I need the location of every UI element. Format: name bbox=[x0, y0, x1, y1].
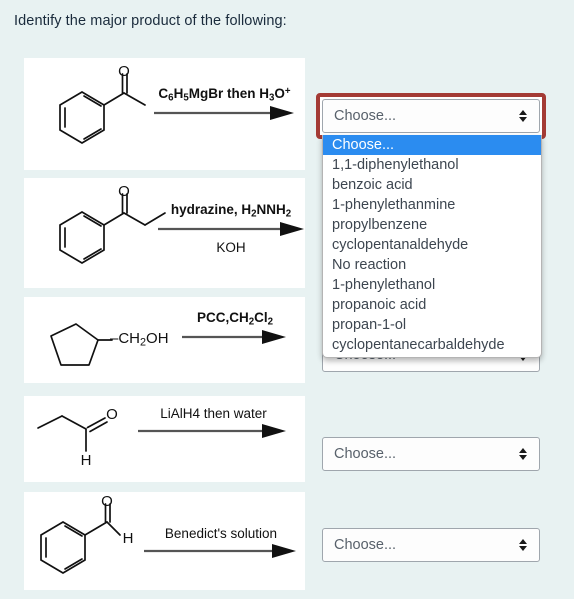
reaction-arrow-4 bbox=[138, 423, 286, 438]
reagent-text-2-bottom: KOH bbox=[216, 239, 246, 255]
svg-text:O: O bbox=[101, 493, 113, 510]
reaction-panel-2: O hydrazine, H2NNH2 KOH bbox=[24, 178, 305, 288]
answer-select-1-dropdown[interactable]: Choose... 1,1-diphenylethanol benzoic acid… bbox=[322, 135, 542, 358]
reagent-label-1: C6H5MgBr then H3O+ bbox=[152, 86, 297, 122]
dropdown-option[interactable]: propanoic acid bbox=[323, 295, 541, 315]
svg-text:O: O bbox=[106, 406, 118, 423]
reaction-arrow-5 bbox=[144, 543, 296, 558]
answer-select-4[interactable]: Choose... bbox=[322, 437, 540, 471]
select-updown-icon bbox=[519, 538, 528, 552]
reagent-text-5: Benedict's solution bbox=[164, 526, 278, 541]
page-title: Identify the major product of the follow… bbox=[14, 13, 287, 29]
reagent-text-3: PCC,CH2Cl2 bbox=[196, 310, 274, 328]
reagent-label-3: PCC,CH2Cl2 bbox=[180, 310, 290, 346]
reagent-label-5: Benedict's solution bbox=[142, 526, 300, 560]
select-updown-icon bbox=[519, 447, 528, 461]
reagent-text-4: LiAlH4 then water bbox=[160, 406, 267, 421]
dropdown-option[interactable]: 1,1-diphenylethanol bbox=[323, 155, 541, 175]
dropdown-option[interactable]: propylbenzene bbox=[323, 215, 541, 235]
reagent-text-1: C6H5MgBr then H3O+ bbox=[158, 86, 291, 104]
dropdown-option[interactable]: propan-1-ol bbox=[323, 315, 541, 335]
reaction-panel-1: O C6H5MgBr then H3O+ bbox=[24, 58, 305, 170]
answer-select-5-value: Choose... bbox=[334, 537, 397, 553]
answer-select-1[interactable]: Choose... bbox=[322, 99, 540, 133]
dropdown-option[interactable]: cyclopentanaldehyde bbox=[323, 235, 541, 255]
reaction-panel-3: –CH2OH PCC,CH2Cl2 bbox=[24, 297, 305, 383]
reagent-label-4: LiAlH4 then water bbox=[136, 406, 291, 440]
dropdown-option[interactable]: No reaction bbox=[323, 255, 541, 275]
select-updown-icon bbox=[519, 109, 528, 123]
svg-text:O: O bbox=[118, 63, 130, 80]
dropdown-option[interactable]: benzoic acid bbox=[323, 175, 541, 195]
reaction-arrow-1 bbox=[154, 105, 294, 120]
atom-label-h-4: H bbox=[81, 452, 92, 469]
reaction-arrow-2 bbox=[158, 221, 304, 236]
reagent-text-2-top: hydrazine, H2NNH2 bbox=[170, 202, 292, 220]
answer-select-1-value: Choose... bbox=[334, 108, 397, 124]
dropdown-option[interactable]: cyclopentanecarbaldehyde bbox=[323, 335, 541, 355]
svg-text:O: O bbox=[118, 183, 130, 200]
answer-select-5[interactable]: Choose... bbox=[322, 528, 540, 562]
dropdown-option[interactable]: Choose... bbox=[323, 135, 541, 155]
reaction-arrow-3 bbox=[182, 329, 286, 344]
substrate-formula-3: –CH2OH bbox=[110, 330, 169, 349]
answer-select-4-value: Choose... bbox=[334, 446, 397, 462]
reaction-panel-4: O H LiAlH4 then water bbox=[24, 396, 305, 482]
reaction-panel-5: O H Benedict's solution bbox=[24, 492, 305, 590]
dropdown-option[interactable]: 1-phenylethanmine bbox=[323, 195, 541, 215]
dropdown-option[interactable]: 1-phenylethanol bbox=[323, 275, 541, 295]
atom-label-h-5: H bbox=[123, 530, 134, 547]
reagent-label-2: hydrazine, H2NNH2 KOH bbox=[156, 202, 306, 255]
